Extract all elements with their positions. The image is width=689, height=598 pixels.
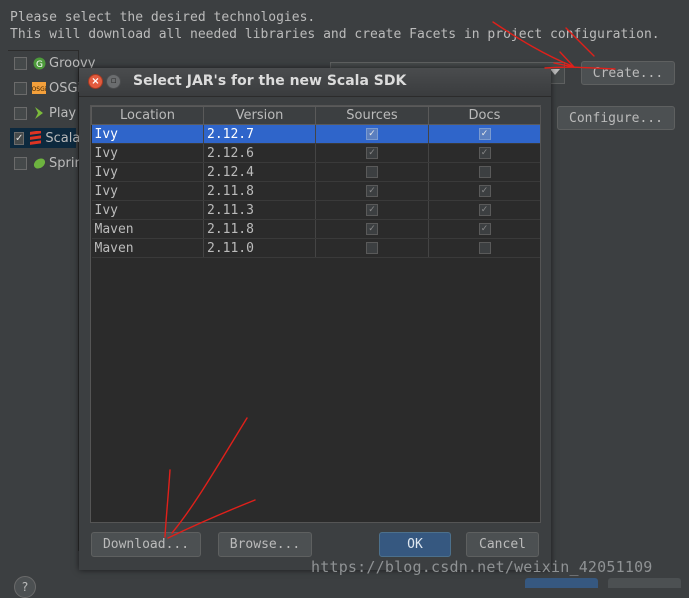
table-row[interactable]: Ivy 2.12.7 ✓ ✓ (91, 124, 540, 144)
cell-version: 2.11.0 (203, 238, 316, 258)
table-row[interactable]: Ivy 2.11.3 ✓ ✓ (91, 200, 540, 220)
cell-location: Ivy (91, 124, 204, 144)
groovy-checkbox[interactable] (14, 56, 27, 70)
select-jars-dialog: × ▫ Select JAR's for the new Scala SDK L… (79, 68, 551, 570)
column-header-version[interactable]: Version (203, 106, 316, 125)
sources-checkbox[interactable]: ✓ (366, 223, 378, 235)
cell-sources: ✓ (315, 181, 429, 201)
docs-checkbox[interactable]: ✓ (478, 185, 491, 197)
cell-docs (428, 162, 540, 182)
spring-checkbox[interactable] (14, 156, 27, 170)
table-header: Location Version Sources Docs (91, 106, 540, 125)
groovy-icon: G (32, 56, 46, 70)
next-button[interactable] (525, 578, 598, 588)
cell-sources (315, 162, 429, 182)
cell-version: 2.11.8 (203, 219, 316, 239)
cell-docs (428, 238, 540, 258)
docs-checkbox[interactable]: ✓ (478, 204, 491, 216)
tech-item-scala[interactable]: ✓ Scala (10, 128, 80, 148)
dialog-title: Select JAR's for the new Scala SDK (133, 73, 407, 89)
tech-label-play: Play (49, 105, 77, 121)
docs-checkbox[interactable]: ✓ (478, 223, 491, 235)
cancel-wizard-button[interactable] (608, 578, 681, 588)
cell-location: Ivy (91, 143, 204, 163)
download-button[interactable]: Download... (91, 532, 201, 557)
play-icon (32, 106, 46, 120)
cell-docs: ✓ (428, 124, 540, 144)
ok-button[interactable]: OK (379, 532, 451, 557)
cell-location: Maven (91, 238, 204, 258)
chevron-down-icon (550, 69, 560, 75)
sources-checkbox[interactable] (366, 242, 378, 254)
sources-checkbox[interactable]: ✓ (366, 147, 378, 159)
column-header-location[interactable]: Location (91, 106, 204, 125)
play-checkbox[interactable] (14, 106, 27, 120)
cell-version: 2.12.6 (203, 143, 316, 163)
intro-line-2: This will download all needed libraries … (10, 27, 660, 42)
scala-checkbox[interactable]: ✓ (14, 131, 25, 145)
cell-version: 2.12.4 (203, 162, 316, 182)
cell-docs: ✓ (428, 143, 540, 163)
column-header-sources[interactable]: Sources (315, 106, 429, 125)
cell-location: Maven (91, 219, 204, 239)
cell-sources (315, 238, 429, 258)
osgi-icon: OSGi (32, 81, 46, 95)
table-row[interactable]: Maven 2.11.0 (91, 238, 540, 258)
watermark-text: https://blog.csdn.net/weixin_42051109 (311, 558, 653, 576)
technology-list: G Groovy OSGi OSGi Play ✓ Scala Spring (8, 50, 95, 551)
close-icon[interactable]: × (88, 74, 103, 89)
docs-checkbox[interactable]: ✓ (478, 147, 491, 159)
svg-text:OSGi: OSGi (32, 86, 46, 93)
tech-label-scala: Scala (45, 130, 81, 146)
docs-checkbox[interactable] (478, 166, 491, 178)
cell-sources: ✓ (315, 124, 429, 144)
maximize-icon[interactable]: ▫ (106, 74, 121, 89)
table-row[interactable]: Ivy 2.12.6 ✓ ✓ (91, 143, 540, 163)
configure-button[interactable]: Configure... (557, 106, 675, 130)
tech-label-osgi: OSGi (49, 80, 82, 96)
cell-sources: ✓ (315, 219, 429, 239)
cell-sources: ✓ (315, 143, 429, 163)
cell-docs: ✓ (428, 181, 540, 201)
intro-line-1: Please select the desired technologies. (10, 10, 316, 25)
sources-checkbox[interactable]: ✓ (366, 185, 378, 197)
sources-checkbox[interactable]: ✓ (366, 204, 378, 216)
versions-table: Location Version Sources Docs Ivy 2.12.7 ✓… (90, 105, 541, 523)
create-button[interactable]: Create... (581, 61, 675, 85)
table-row[interactable]: Ivy 2.11.8 ✓ ✓ (91, 181, 540, 201)
cell-sources: ✓ (315, 200, 429, 220)
sources-checkbox[interactable]: ✓ (366, 128, 378, 140)
spring-icon (32, 156, 46, 170)
cell-docs: ✓ (428, 200, 540, 220)
cell-version: 2.12.7 (203, 124, 316, 144)
svg-text:G: G (36, 60, 43, 70)
tech-item-osgi[interactable]: OSGi OSGi (14, 78, 81, 98)
table-row[interactable]: Ivy 2.12.4 (91, 162, 540, 182)
browse-button[interactable]: Browse... (218, 532, 312, 557)
intro-text: Please select the desired technologies. … (10, 9, 660, 43)
help-button[interactable]: ? (14, 576, 36, 598)
cancel-button[interactable]: Cancel (466, 532, 539, 557)
cell-location: Ivy (91, 162, 204, 182)
cell-docs: ✓ (428, 219, 540, 239)
scala-icon (29, 131, 42, 145)
cell-version: 2.11.8 (203, 181, 316, 201)
docs-checkbox[interactable]: ✓ (478, 128, 491, 140)
cell-location: Ivy (91, 181, 204, 201)
column-header-docs[interactable]: Docs (428, 106, 540, 125)
cell-version: 2.11.3 (203, 200, 316, 220)
dialog-titlebar: × ▫ Select JAR's for the new Scala SDK (79, 68, 551, 97)
osgi-checkbox[interactable] (14, 81, 27, 95)
table-row[interactable]: Maven 2.11.8 ✓ ✓ (91, 219, 540, 239)
tech-item-play[interactable]: Play (14, 103, 76, 123)
docs-checkbox[interactable] (478, 242, 491, 254)
cell-location: Ivy (91, 200, 204, 220)
sources-checkbox[interactable] (366, 166, 378, 178)
